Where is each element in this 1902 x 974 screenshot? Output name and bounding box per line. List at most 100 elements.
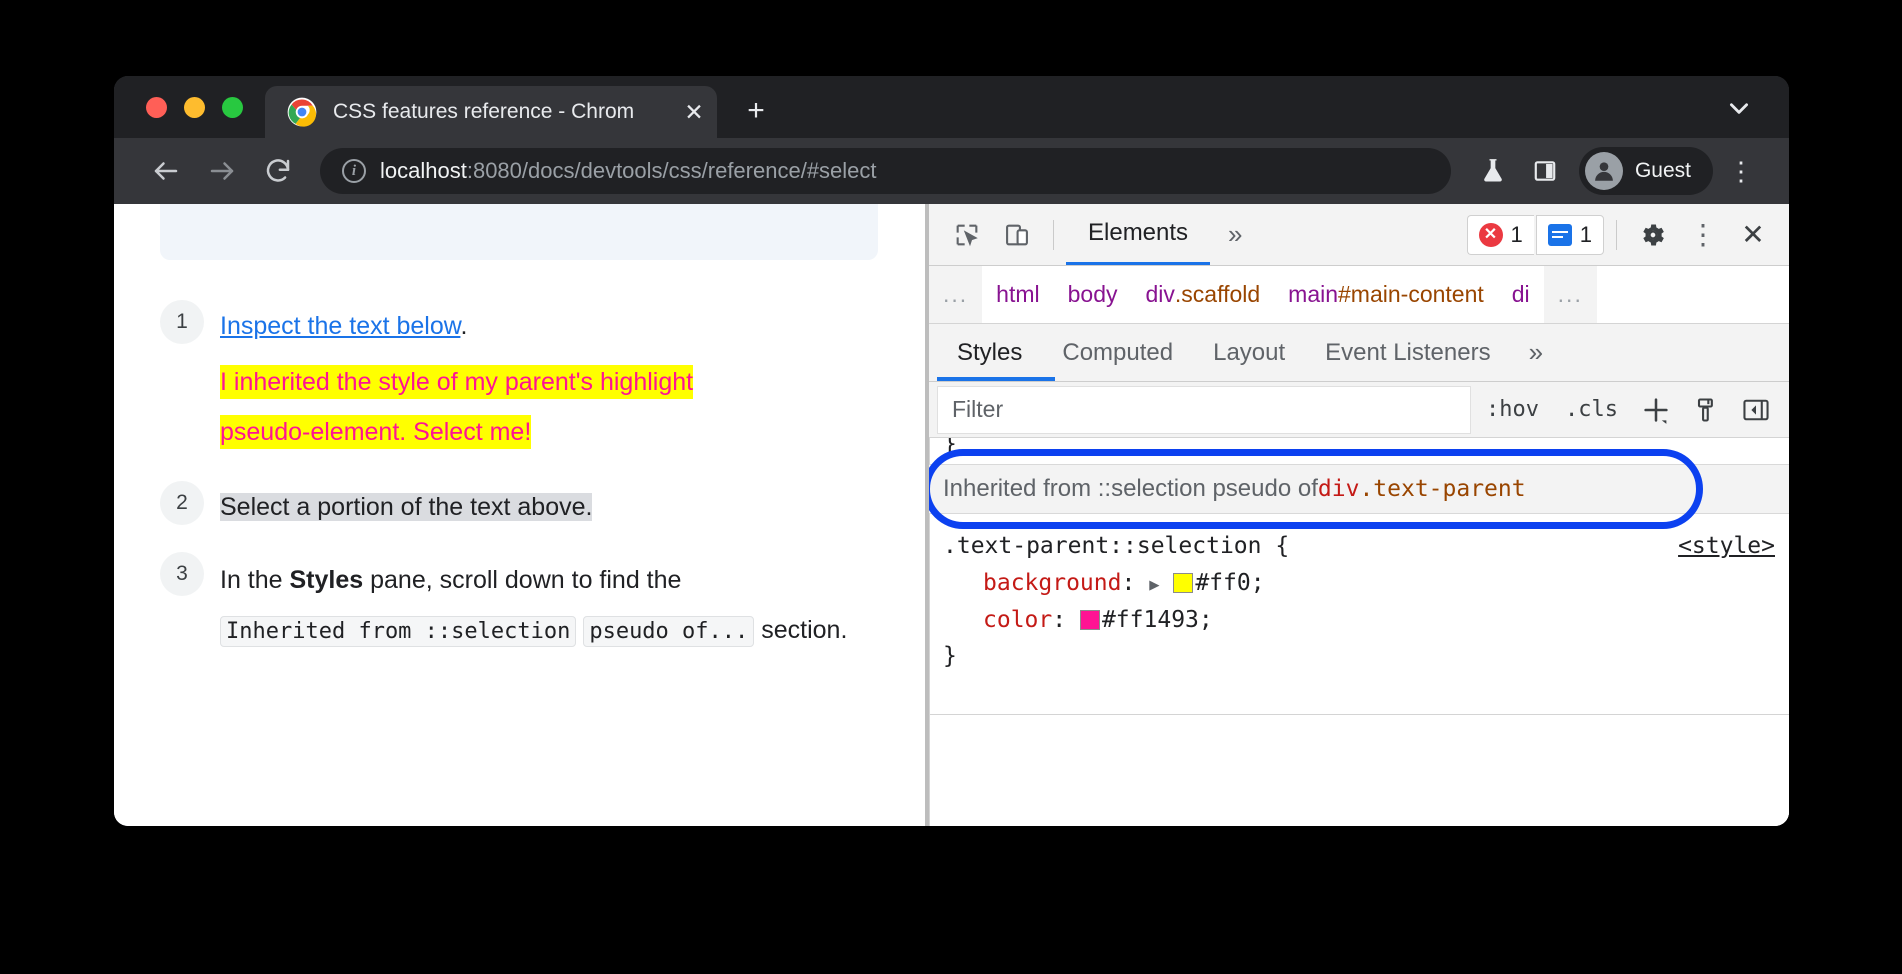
- hov-button[interactable]: :hov: [1475, 388, 1550, 432]
- color-swatch[interactable]: [1173, 573, 1193, 593]
- styles-keyword: Styles: [290, 566, 364, 594]
- list-item: 3 In the Styles pane, scroll down to fin…: [160, 552, 900, 655]
- css-property-value[interactable]: #ff0;: [1195, 570, 1264, 596]
- error-icon: ✕: [1479, 223, 1503, 247]
- message-count: 1: [1580, 222, 1592, 248]
- chrome-logo-icon: [287, 97, 317, 127]
- tab-strip: CSS features reference - Chrom ✕ +: [114, 76, 1789, 138]
- css-property-name[interactable]: color: [943, 607, 1052, 633]
- inherited-class: .text-parent: [1359, 476, 1525, 502]
- window-controls: [114, 97, 243, 138]
- step3-post: section.: [754, 616, 847, 644]
- inspect-element-icon[interactable]: [943, 213, 991, 257]
- list-item: 1 Inspect the text below. I inherited th…: [160, 300, 900, 457]
- css-selector[interactable]: .text-parent::selection {: [943, 528, 1789, 565]
- dom-breadcrumb: ... html body div.scaffold main#main-con…: [929, 266, 1789, 324]
- inline-code-1: Inherited from ::selection: [220, 616, 576, 647]
- breadcrumb-item-div-scaffold[interactable]: div.scaffold: [1132, 266, 1275, 324]
- inspect-text-link[interactable]: Inspect the text below: [220, 312, 460, 340]
- toggle-sidebar-icon[interactable]: [1733, 388, 1779, 432]
- inherited-tag: div: [1318, 476, 1360, 502]
- browser-menu-button[interactable]: ⋮: [1717, 147, 1765, 195]
- pane-tabs-overflow[interactable]: »: [1511, 337, 1561, 368]
- device-toolbar-icon[interactable]: [993, 213, 1041, 257]
- inherited-prefix: Inherited from ::selection pseudo of: [943, 475, 1318, 503]
- message-icon: [1548, 224, 1572, 246]
- message-count-badge[interactable]: 1: [1536, 215, 1604, 255]
- web-page-viewport: 1 Inspect the text below. I inherited th…: [114, 204, 925, 826]
- step3-mid: pane, scroll down to find the: [363, 566, 681, 594]
- url-text: localhost:8080/docs/devtools/css/referen…: [380, 158, 877, 184]
- breadcrumb-item-html[interactable]: html: [982, 266, 1053, 324]
- toolbar-divider: [1053, 220, 1054, 250]
- breadcrumb-item-div-truncated[interactable]: di: [1498, 266, 1544, 324]
- css-declaration[interactable]: color: #ff1493;: [943, 602, 1789, 639]
- back-button[interactable]: [140, 145, 192, 197]
- previous-rule-closing-brace: }: [929, 438, 1789, 464]
- color-swatch[interactable]: [1080, 610, 1100, 630]
- tab-title: CSS features reference - Chrom: [333, 100, 677, 124]
- step-number: 3: [160, 552, 204, 596]
- tab-layout[interactable]: Layout: [1193, 324, 1305, 381]
- styles-filter-row: :hov .cls: [929, 382, 1789, 438]
- forward-button[interactable]: [196, 145, 248, 197]
- side-panel-icon[interactable]: [1521, 147, 1569, 195]
- window-minimize-button[interactable]: [184, 97, 205, 118]
- flask-icon[interactable]: [1469, 147, 1517, 195]
- tab-styles[interactable]: Styles: [937, 324, 1042, 381]
- cls-button[interactable]: .cls: [1554, 388, 1629, 432]
- url-path: :8080/docs/devtools/css/reference/#selec…: [467, 158, 877, 183]
- css-declaration[interactable]: background: ▶ #ff0;: [943, 565, 1789, 602]
- gear-icon[interactable]: [1629, 213, 1677, 257]
- breadcrumb-overflow-left[interactable]: ...: [929, 266, 982, 324]
- tab-close-button[interactable]: ✕: [677, 95, 711, 129]
- site-info-icon[interactable]: i: [342, 159, 366, 183]
- browser-toolbar: i localhost:8080/docs/devtools/css/refer…: [114, 138, 1789, 204]
- step-body: Inspect the text below. I inherited the …: [220, 300, 900, 457]
- css-closing-brace: }: [943, 638, 1789, 675]
- devtools-more-button[interactable]: ⋮: [1679, 213, 1727, 257]
- expand-triangle-icon[interactable]: ▶: [1149, 575, 1159, 595]
- devtools-tabs-overflow[interactable]: »: [1212, 213, 1258, 257]
- filter-input[interactable]: [937, 386, 1471, 434]
- browser-tab[interactable]: CSS features reference - Chrom ✕: [265, 86, 717, 138]
- breadcrumb-item-body[interactable]: body: [1054, 266, 1132, 324]
- step-body: Select a portion of the text above.: [220, 481, 900, 530]
- styles-pane-content: } Inherited from ::selection pseudo of d…: [929, 438, 1789, 826]
- tab-elements[interactable]: Elements: [1066, 204, 1210, 265]
- tutorial-steps: 1 Inspect the text below. I inherited th…: [160, 300, 900, 665]
- active-tab-underline: [937, 377, 1055, 381]
- window-close-button[interactable]: [146, 97, 167, 118]
- style-source-link[interactable]: <style>: [1678, 528, 1775, 565]
- tab-event-listeners[interactable]: Event Listeners: [1305, 324, 1510, 381]
- error-count-badge[interactable]: ✕ 1: [1467, 215, 1534, 255]
- selected-text: Select a portion of the text above.: [220, 493, 592, 521]
- highlight-span: I inherited the style of my parent's hig…: [220, 365, 693, 449]
- devtools-toolbar: Elements » ✕ 1 1 ⋮ ✕: [929, 204, 1789, 266]
- new-style-rule-button[interactable]: [1633, 388, 1679, 432]
- reload-button[interactable]: [252, 145, 304, 197]
- address-bar[interactable]: i localhost:8080/docs/devtools/css/refer…: [320, 148, 1451, 194]
- rule-divider: [929, 714, 1789, 715]
- devtools-close-button[interactable]: ✕: [1729, 213, 1777, 257]
- toolbar-divider: [1616, 220, 1617, 250]
- profile-name: Guest: [1635, 159, 1691, 183]
- page-banner: [160, 204, 878, 260]
- window-maximize-button[interactable]: [222, 97, 243, 118]
- devtools-panel: Elements » ✕ 1 1 ⋮ ✕ ...: [929, 204, 1789, 826]
- breadcrumb-item-main-content[interactable]: main#main-content: [1274, 266, 1498, 324]
- css-property-name[interactable]: background: [943, 570, 1121, 596]
- profile-chip[interactable]: Guest: [1579, 147, 1713, 195]
- new-tab-button[interactable]: +: [733, 88, 779, 134]
- paint-brush-icon[interactable]: [1683, 388, 1729, 432]
- inherited-from-section-header[interactable]: Inherited from ::selection pseudo of div…: [929, 464, 1789, 514]
- url-host: localhost: [380, 158, 467, 183]
- step-number: 1: [160, 300, 204, 344]
- chevron-down-icon[interactable]: [1719, 88, 1759, 128]
- step-body: In the Styles pane, scroll down to find …: [220, 552, 900, 655]
- step1-period: .: [460, 312, 467, 340]
- css-property-value[interactable]: #ff1493;: [1102, 607, 1213, 633]
- tab-computed[interactable]: Computed: [1042, 324, 1193, 381]
- breadcrumb-overflow-right[interactable]: ...: [1544, 266, 1597, 324]
- styles-pane-tabs: Styles Computed Layout Event Listeners »: [929, 324, 1789, 382]
